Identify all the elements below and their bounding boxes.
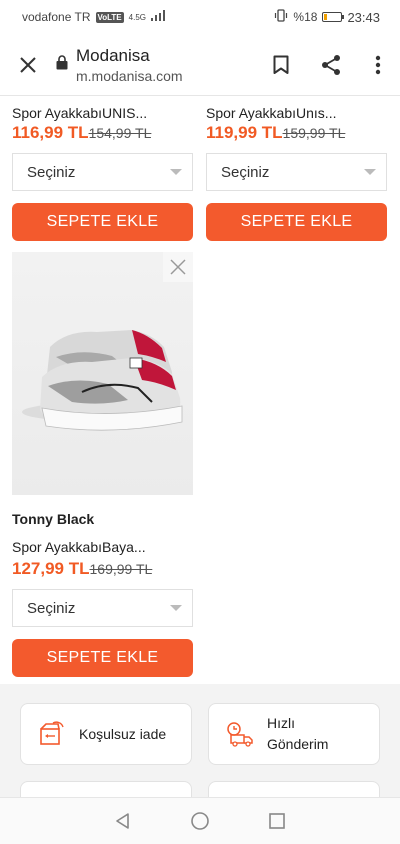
size-select[interactable]: Seçiniz (12, 153, 193, 191)
site-title: Modanisa (76, 45, 150, 65)
product-name[interactable]: Spor AyakkabıUnıs... (206, 105, 387, 121)
home-circle-icon (191, 812, 209, 830)
feature-free-returns[interactable]: Koşulsuz iade (20, 703, 192, 765)
product-old-price: 159,99 TL (282, 125, 346, 141)
feature-card-partial[interactable] (208, 781, 380, 797)
bookmark-icon (273, 55, 289, 74)
product-old-price: 169,99 TL (89, 561, 153, 577)
network-type: 4.5G (128, 12, 146, 22)
share-button[interactable] (306, 34, 356, 95)
size-select-value: Seçiniz (27, 163, 76, 181)
size-select[interactable]: Seçiniz (206, 153, 387, 191)
price-row: 127,99 TL 169,99 TL (12, 559, 193, 579)
system-nav-bar (0, 797, 400, 844)
chevron-down-icon (170, 605, 182, 611)
status-bar: vodafone TR VoLTE 4.5G %18 23:43 (0, 0, 400, 34)
price-row: 116,99 TL 154,99 TL (12, 123, 193, 143)
product-name[interactable]: Spor AyakkabıBaya... (12, 539, 193, 555)
more-vertical-icon (375, 55, 381, 74)
product-price: 127,99 TL (12, 559, 90, 578)
recents-square-icon (268, 813, 285, 829)
remove-item-button[interactable] (163, 252, 193, 282)
product-image[interactable] (12, 252, 193, 495)
close-icon (20, 56, 36, 73)
battery-percent: %18 (293, 10, 318, 24)
back-triangle-icon (116, 813, 130, 829)
fast-delivery-truck-icon (227, 722, 253, 747)
feature-label: Hızlı Gönderim (267, 713, 328, 755)
size-select[interactable]: Seçiniz (12, 589, 193, 627)
carrier-name: vodafone TR (22, 10, 91, 24)
battery-level-fill (324, 14, 328, 20)
share-icon (322, 54, 340, 75)
size-select-value: Seçiniz (221, 163, 270, 181)
browser-toolbar: Modanisa m.modanisa.com (0, 34, 400, 96)
site-info[interactable]: Modanisa m.modanisa.com (76, 46, 256, 84)
product-price: 116,99 TL (12, 123, 89, 142)
clock: 23:43 (347, 9, 380, 25)
close-icon (170, 259, 186, 275)
product-card: Spor AyakkabıUNIS... 116,99 TL 154,99 TL… (12, 97, 193, 241)
feature-label-line1: Hızlı (267, 715, 295, 731)
add-to-cart-button[interactable]: SEPETE EKLE (206, 203, 387, 241)
lock-icon (56, 54, 68, 75)
add-to-cart-button[interactable]: SEPETE EKLE (12, 203, 193, 241)
recents-button[interactable] (257, 801, 297, 841)
feature-label: Koşulsuz iade (79, 725, 167, 742)
signal-icon (151, 10, 165, 24)
site-url: m.modanisa.com (76, 67, 183, 84)
features-section: Koşulsuz iade Hızlı Gönderim (0, 684, 400, 797)
close-tab-button[interactable] (0, 34, 56, 95)
battery-icon (322, 12, 345, 22)
back-button[interactable] (103, 801, 143, 841)
feature-card-partial[interactable] (20, 781, 192, 797)
vibrate-icon (274, 9, 288, 25)
chevron-down-icon (364, 169, 376, 175)
page-content: Spor AyakkabıUNIS... 116,99 TL 154,99 TL… (0, 97, 400, 797)
product-card: Tonny Black Spor AyakkabıBaya... 127,99 … (12, 252, 193, 677)
feature-label-line2: Gönderim (267, 736, 329, 752)
add-to-cart-button[interactable]: SEPETE EKLE (12, 639, 193, 677)
home-button[interactable] (180, 801, 220, 841)
product-brand[interactable]: Tonny Black (12, 511, 193, 527)
product-card: Spor AyakkabıUnıs... 119,99 TL 159,99 TL… (206, 97, 387, 241)
return-box-icon (40, 721, 64, 745)
product-old-price: 154,99 TL (88, 125, 152, 141)
price-row: 119,99 TL 159,99 TL (206, 123, 387, 143)
sneaker-image (22, 330, 183, 431)
feature-fast-delivery[interactable]: Hızlı Gönderim (208, 703, 380, 765)
more-options-button[interactable] (356, 34, 400, 95)
size-select-value: Seçiniz (27, 599, 76, 617)
chevron-down-icon (170, 169, 182, 175)
volte-badge: VoLTE (95, 11, 124, 23)
product-price: 119,99 TL (206, 123, 283, 142)
product-name[interactable]: Spor AyakkabıUNIS... (12, 105, 193, 121)
bookmark-button[interactable] (256, 34, 306, 95)
